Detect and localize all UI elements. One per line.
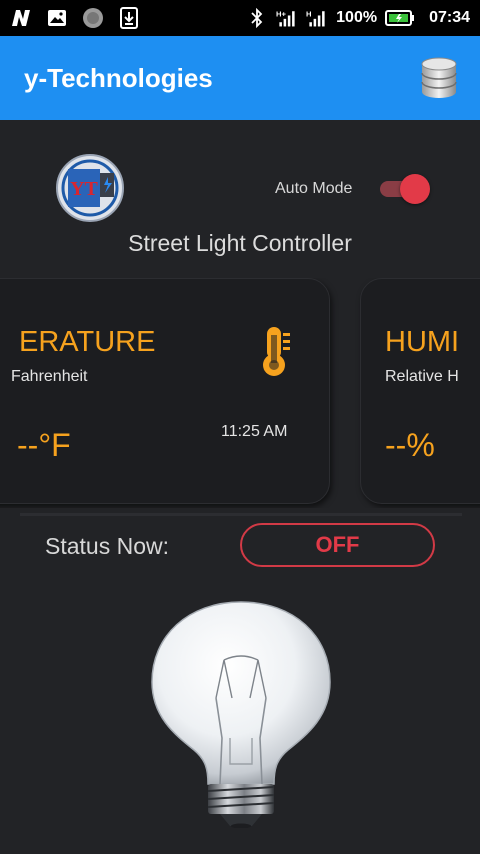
- last-update-time: 11:25 AM: [221, 423, 288, 440]
- clock: 07:34: [429, 9, 470, 26]
- status-label: Status Now:: [45, 533, 169, 559]
- svg-text:H+: H+: [276, 9, 286, 18]
- temperature-unit: Fahrenheit: [11, 368, 88, 385]
- humidity-unit: Relative H: [385, 368, 459, 385]
- n-app-icon: [10, 7, 32, 29]
- image-icon: [46, 7, 68, 29]
- sensor-card-carousel[interactable]: ERATURE Fahrenheit --°F 11:25 AM HUMI Re…: [0, 278, 480, 508]
- company-logo: YT: [54, 153, 126, 223]
- temperature-card[interactable]: ERATURE Fahrenheit --°F 11:25 AM: [0, 278, 330, 504]
- status-bar: H+ H 100% 07:34: [0, 0, 480, 36]
- auto-mode-label: Auto Mode: [275, 180, 353, 197]
- signal-h-plus-icon: H+: [276, 7, 298, 29]
- auto-mode-switch[interactable]: [378, 174, 430, 204]
- page-subtitle: Street Light Controller: [128, 230, 352, 256]
- bluetooth-icon: [246, 7, 268, 29]
- logo-text: YT: [70, 178, 98, 200]
- humidity-title: HUMI: [385, 326, 460, 358]
- light-bulb-icon[interactable]: [150, 598, 332, 829]
- download-icon: [118, 7, 140, 29]
- humidity-value: --%: [385, 427, 435, 463]
- temperature-title: ERATURE: [19, 326, 156, 358]
- scroll-divider: [20, 513, 462, 516]
- svg-text:H: H: [306, 9, 312, 18]
- battery-percent: 100%: [336, 9, 378, 26]
- switch-thumb: [400, 174, 430, 204]
- circle-app-icon: [82, 7, 104, 29]
- database-icon[interactable]: [420, 56, 458, 100]
- thermometer-icon: [259, 325, 293, 377]
- battery-icon: [385, 7, 415, 29]
- temperature-value: --°F: [17, 427, 71, 463]
- app-bar: y-Technologies: [0, 36, 480, 120]
- signal-h-icon: H: [306, 7, 328, 29]
- status-button[interactable]: OFF: [240, 523, 435, 567]
- humidity-card[interactable]: HUMI Relative H --%: [360, 278, 480, 504]
- app-title: y-Technologies: [24, 62, 213, 93]
